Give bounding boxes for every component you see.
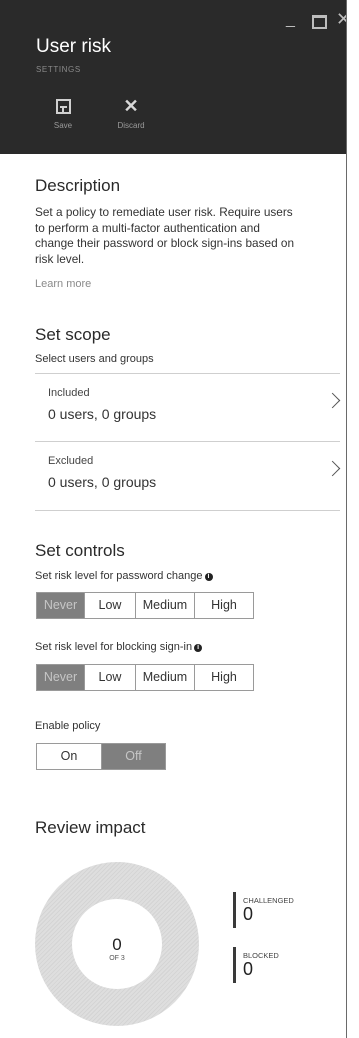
blocking-medium-option[interactable]: Medium	[135, 665, 194, 690]
description-line: Set a policy to remediate user risk. Req…	[35, 205, 293, 219]
chevron-right-icon	[324, 392, 341, 409]
divider	[35, 510, 340, 511]
blocking-label-row: Set risk level for blocking sign-in i	[35, 640, 203, 656]
password-change-label-row: Set risk level for password change i	[35, 569, 213, 585]
description-text: Set a policy to remediate user risk. Req…	[35, 205, 345, 267]
blocking-never-option[interactable]: Never	[37, 665, 84, 690]
donut-total: OF 3	[109, 955, 125, 962]
info-icon[interactable]: i	[204, 573, 213, 581]
impact-heading: Review impact	[35, 818, 146, 837]
legend-bar	[233, 947, 236, 983]
password-medium-option[interactable]: Medium	[135, 593, 194, 618]
legend-bar	[233, 892, 236, 928]
minimize-icon[interactable]: _	[286, 12, 295, 28]
save-label: Save	[53, 121, 73, 130]
info-icon[interactable]: i	[194, 644, 203, 652]
blade-subtitle: SETTINGS	[36, 65, 81, 74]
blocking-low-option[interactable]: Low	[84, 665, 135, 690]
enable-policy-toggle: On Off	[36, 743, 166, 770]
donut-center: 0 OF 3	[72, 899, 162, 989]
donut-value: 0	[112, 935, 122, 954]
blocking-label: Set risk level for blocking sign-in	[35, 641, 193, 653]
close-icon[interactable]: ✕	[336, 10, 346, 28]
scope-heading: Set scope	[35, 325, 111, 344]
challenged-value: 0	[243, 904, 254, 924]
discard-button[interactable]: ✕ Discard	[106, 96, 156, 130]
maximize-icon[interactable]	[312, 15, 327, 29]
discard-icon: ✕	[123, 96, 139, 116]
user-risk-blade: _ ✕ User risk SETTINGS Save ✕ Discard De…	[0, 0, 347, 1038]
enable-policy-label: Enable policy	[35, 720, 101, 732]
password-high-option[interactable]: High	[194, 593, 253, 618]
password-change-label: Set risk level for password change	[35, 570, 203, 582]
included-value: 0 users, 0 groups	[48, 406, 157, 422]
description-line: change their password or block sign-ins …	[35, 236, 295, 250]
password-never-option[interactable]: Never	[37, 593, 84, 618]
blocking-high-option[interactable]: High	[194, 665, 253, 690]
save-button[interactable]: Save	[38, 96, 88, 130]
description-line: to perform a multi-factor authentication…	[35, 220, 260, 235]
discard-label: Discard	[117, 121, 145, 130]
password-low-option[interactable]: Low	[84, 593, 135, 618]
save-icon	[55, 98, 71, 114]
password-change-selector: Never Low Medium High	[36, 592, 254, 619]
blocked-value: 0	[243, 959, 254, 979]
excluded-value: 0 users, 0 groups	[48, 474, 157, 490]
included-row[interactable]: Included 0 users, 0 groups	[35, 373, 341, 441]
scope-subheading: Select users and groups	[35, 353, 154, 365]
blocking-selector: Never Low Medium High	[36, 664, 254, 691]
included-label: Included	[48, 387, 90, 399]
policy-on-option[interactable]: On	[37, 744, 101, 769]
description-heading: Description	[35, 176, 121, 195]
chevron-right-icon	[324, 460, 341, 477]
description-line: risk level.	[35, 251, 85, 266]
blade-header: _ ✕ User risk SETTINGS Save ✕ Discard	[0, 0, 346, 154]
excluded-label: Excluded	[48, 455, 94, 467]
learn-more-link[interactable]: Learn more	[35, 278, 91, 290]
impact-donut-chart: 0 OF 3	[35, 862, 199, 1026]
blade-title: User risk	[36, 36, 111, 57]
controls-heading: Set controls	[35, 541, 125, 560]
policy-off-option[interactable]: Off	[101, 744, 165, 769]
excluded-row[interactable]: Excluded 0 users, 0 groups	[35, 441, 341, 509]
